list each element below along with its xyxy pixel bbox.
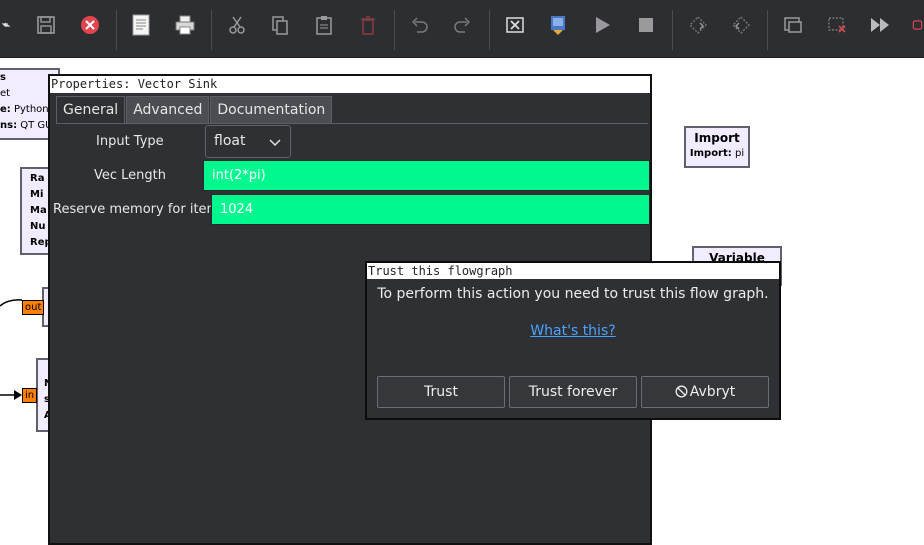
trust-button[interactable]: Trust [377, 376, 505, 408]
bypass-icon[interactable] [867, 12, 893, 38]
import-key: Import: [689, 148, 732, 159]
toolbar-separator [767, 10, 768, 50]
toolbar-separator [489, 10, 490, 50]
properties-tabs: General Advanced Documentation [56, 96, 333, 124]
trust-dialog: Trust this flowgraph To perform this act… [365, 261, 781, 420]
delete-icon[interactable] [355, 12, 381, 38]
input-type-label: Input Type [96, 134, 164, 149]
chevron-down-icon[interactable] [0, 12, 18, 38]
block-text: Ra [30, 173, 45, 184]
print-icon[interactable] [172, 12, 198, 38]
cancel-icon [675, 385, 688, 398]
toolbar-separator [394, 10, 395, 50]
port-out[interactable]: out [22, 300, 45, 315]
block-text: Python [13, 104, 49, 115]
generate-icon[interactable] [545, 12, 571, 38]
enable-icon[interactable] [780, 12, 806, 38]
document-icon[interactable] [128, 12, 154, 38]
trust-dialog-title[interactable]: Trust this flowgraph [367, 263, 779, 279]
connection-arrow [0, 390, 22, 400]
import-block-title: Import [694, 131, 740, 145]
trust-forever-button[interactable]: Trust forever [509, 376, 637, 408]
tab-documentation[interactable]: Documentation [210, 96, 333, 124]
reserve-memory-field[interactable]: 1024 [211, 194, 650, 225]
reserve-memory-label: Reserve memory for items [53, 202, 226, 217]
import-value: pi [734, 148, 745, 159]
save-icon[interactable] [33, 12, 59, 38]
properties-title[interactable]: Properties: Vector Sink [50, 76, 650, 93]
rotate-cw-icon[interactable] [728, 12, 754, 38]
run-icon[interactable] [589, 12, 615, 38]
cancel-button[interactable]: Avbryt [641, 376, 769, 408]
cancel-label: Avbryt [689, 384, 736, 400]
tab-general[interactable]: General [56, 96, 126, 124]
input-type-select[interactable]: float [205, 125, 291, 158]
vec-length-field[interactable]: int(2*pi) [203, 160, 650, 191]
redo-icon[interactable] [450, 12, 476, 38]
toolbar-separator [672, 10, 673, 50]
kill-icon[interactable] [911, 12, 924, 38]
whats-this-link[interactable]: What's this? [382, 323, 764, 339]
copy-icon[interactable] [267, 12, 293, 38]
close-icon[interactable] [77, 12, 103, 38]
toolbar-separator [211, 10, 212, 50]
block-text: ns: [0, 120, 18, 131]
block-text: Ma [30, 205, 47, 216]
disable-icon[interactable] [824, 12, 850, 38]
port-in[interactable]: in [22, 388, 38, 403]
block-text: Nu [30, 221, 46, 232]
paste-icon[interactable] [311, 12, 337, 38]
stop-icon[interactable] [633, 12, 659, 38]
input-type-value: float [214, 133, 246, 149]
tab-divider [56, 123, 648, 124]
import-block[interactable]: Import Import: pi [684, 126, 750, 168]
block-text: s [0, 72, 6, 83]
rotate-ccw-icon[interactable] [685, 12, 711, 38]
toolbar [0, 0, 924, 58]
tab-advanced[interactable]: Advanced [126, 96, 210, 124]
block-text: e: [0, 104, 11, 115]
cut-icon[interactable] [224, 12, 250, 38]
vec-length-label: Vec Length [94, 168, 167, 183]
errors-icon[interactable] [502, 12, 528, 38]
trust-message: To perform this action you need to trust… [377, 286, 769, 302]
undo-icon[interactable] [406, 12, 432, 38]
block-text: Mi [30, 189, 44, 200]
toolbar-separator [116, 10, 117, 50]
chevron-down-icon [269, 139, 281, 147]
